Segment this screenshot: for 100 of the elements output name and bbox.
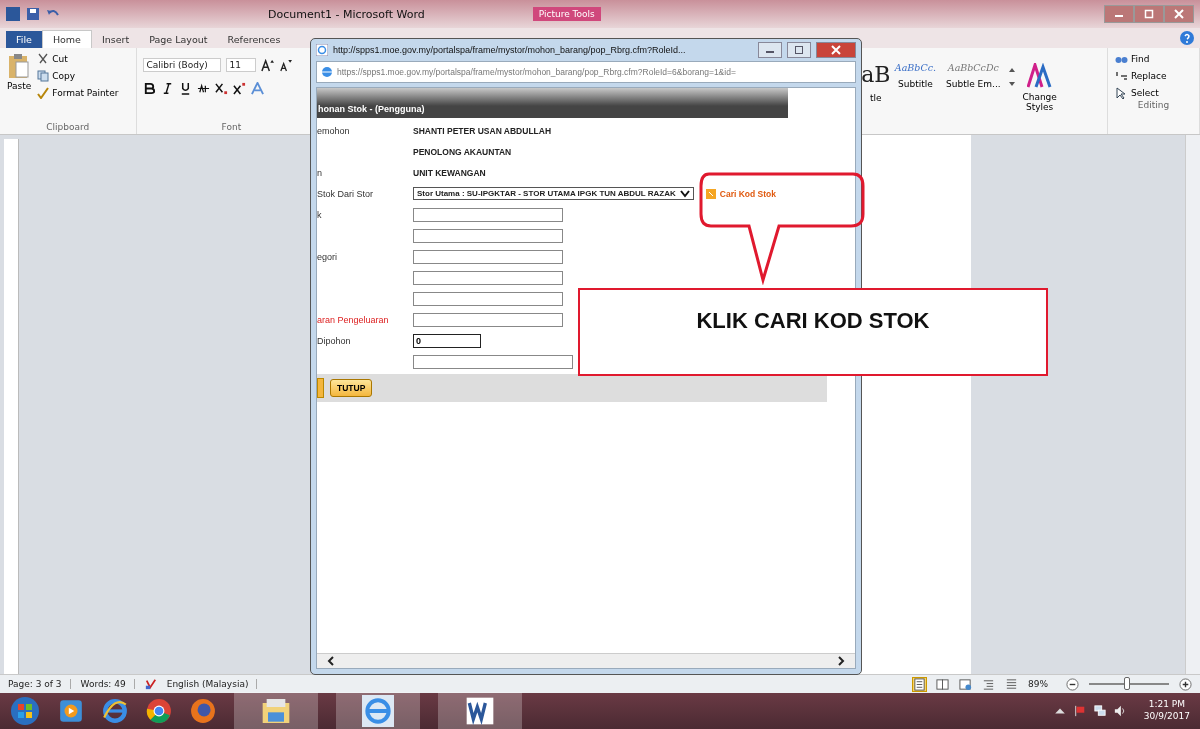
close-form-button[interactable]: TUTUP [330,379,373,397]
word-icon[interactable] [438,692,522,729]
format-painter-button[interactable]: Format Painter [36,86,120,100]
ribbon-tab[interactable]: File [6,31,42,48]
clock-time[interactable]: 1:21 PM [1148,699,1186,711]
zoom-in-icon[interactable] [1179,677,1192,691]
field-value: UNIT KEWANGAN [413,167,486,178]
minimize-button[interactable] [1104,5,1134,23]
context-tab[interactable]: Picture Tools [532,7,601,21]
flag-icon[interactable] [1073,705,1086,717]
copy-icon [37,70,50,82]
scroll-right-icon[interactable] [837,656,845,666]
start-button[interactable] [10,696,40,726]
url-text: https://spps1.moe.gov.my/portalspa/frame/mystor/mohon_barang/pop_Rbrg.cfm?RoleId=6&borang=1&id= [337,67,736,77]
change-styles-button[interactable]: Change Styles [1019,62,1060,113]
bold-icon[interactable] [142,82,156,95]
style-name: tle [870,93,882,103]
style-preview: AaBbCc. [894,62,937,73]
subscript-icon[interactable] [214,82,228,95]
media-player-icon[interactable] [58,698,84,724]
reading-layout-icon[interactable] [936,677,949,691]
store-dropdown[interactable]: Stor Utama : SU-IPGKTAR - STOR UTAMA IPGK TUN ABDUL RAZAK [413,187,694,200]
paste-button[interactable]: Paste [6,52,33,122]
page-count[interactable]: Page: 3 of 3 [8,679,71,689]
word-count[interactable]: Words: 49 [80,679,135,689]
copy-button[interactable]: Copy [36,69,120,83]
font-size-dropdown[interactable]: 11 [225,58,256,72]
field-label: aran Pengeluaran [317,314,390,325]
style-preview: aB [861,62,891,87]
field-label: Dipohon [317,335,352,346]
group-label: Editing [1136,100,1171,110]
help-icon[interactable] [1180,31,1194,45]
browser-icon[interactable] [336,692,420,729]
ribbon-tab[interactable]: References [217,31,291,48]
group-label: Clipboard [45,122,91,132]
input-field[interactable] [413,291,563,306]
chevron-down-icon [679,189,690,198]
callout-text: KLIK CARI KOD STOK [696,308,930,335]
input-field[interactable] [413,249,563,264]
style-gallery-item[interactable]: AaBbCcDc Subtle Em... [943,62,1004,89]
field-value: SHANTI PETER USAN ABDULLAH [413,125,552,136]
close-button[interactable] [1164,5,1194,23]
form-title: honan Stok - (Pengguna) [318,104,425,114]
shrink-font-icon[interactable] [278,58,292,72]
find-button[interactable]: Find [1113,52,1193,66]
strikethrough-icon[interactable] [196,82,210,95]
scroll-left-icon[interactable] [327,656,335,666]
volume-icon[interactable] [1113,705,1126,717]
input-field[interactable]: 0 [413,333,481,348]
vertical-scrollbar[interactable] [1185,135,1200,674]
minimize-button[interactable] [758,42,782,58]
ribbon-tab[interactable]: Page Layout [139,31,218,48]
zoom-slider-thumb[interactable] [1123,677,1130,690]
input-field[interactable] [413,207,563,222]
grow-font-icon[interactable] [260,58,274,72]
cursor-icon [1114,87,1128,99]
address-bar[interactable]: https://spps1.moe.gov.my/portalspa/frame/mystor/mohon_barang/pop_Rbrg.cfm?RoleId=6&borang=1&id= [316,61,856,83]
outline-icon[interactable] [982,677,995,691]
ribbon-tab[interactable]: Insert [91,31,140,48]
input-field[interactable] [413,354,573,369]
scissors-icon [37,53,50,65]
style-gallery-item[interactable]: aB tle [863,62,888,103]
maximize-button[interactable] [1134,5,1164,23]
cut-button[interactable]: Cut [36,52,120,66]
select-button[interactable]: Select [1113,86,1193,100]
print-layout-icon[interactable] [913,677,926,691]
zoom-out-icon[interactable] [1066,677,1079,691]
clock-date[interactable]: 30/9/2017 [1143,711,1190,723]
superscript-icon[interactable] [232,82,246,95]
close-icon [1174,9,1184,19]
font-family-dropdown[interactable]: Calibri (Body) [142,58,221,72]
draft-icon[interactable] [1005,677,1018,691]
input-field[interactable] [413,228,563,243]
save-icon[interactable] [26,7,40,21]
firefox-icon[interactable] [190,698,216,724]
language[interactable]: English (Malaysia) [166,679,258,689]
browser-icon [321,66,333,78]
style-gallery-item[interactable]: AaBbCc. Subtitle [891,62,940,89]
horizontal-scrollbar[interactable] [317,653,855,668]
web-layout-icon[interactable] [959,677,972,691]
input-field[interactable] [413,312,563,327]
ribbon-tab[interactable]: Home [41,30,92,48]
maximize-button[interactable] [787,42,811,58]
chrome-icon[interactable] [146,698,172,724]
browser-icon[interactable] [102,698,128,724]
popup-title: http://spps1.moe.gov.my/portalspa/frame/mystor/mohon_barang/pop_Rbrg.cfm?RoleId... [333,45,687,55]
proofing-icon[interactable] [144,678,157,690]
style-name: Subtitle [898,79,933,89]
checkmark-icon [37,87,50,99]
replace-button[interactable]: Replace [1113,69,1193,83]
field-label: Stok Dari Stor [317,188,375,199]
zoom-level[interactable]: 89% [1028,679,1056,689]
input-field[interactable] [413,270,563,285]
maximize-icon [1144,9,1154,19]
close-button[interactable] [816,42,856,58]
field-label: egori [317,251,338,262]
find-stock-code-link[interactable]: Cari Kod Stok [719,188,776,199]
field-label: n [317,167,323,178]
network-icon[interactable] [1093,705,1106,717]
file-explorer-icon[interactable] [234,692,318,729]
